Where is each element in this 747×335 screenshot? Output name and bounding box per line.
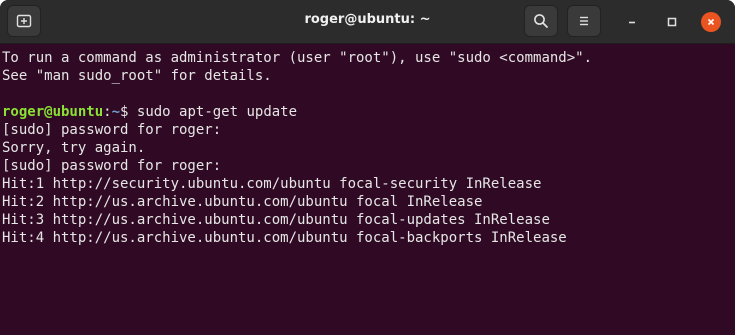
search-button[interactable]	[524, 5, 558, 37]
prompt-colon: :	[103, 104, 112, 120]
maximize-icon	[667, 17, 677, 27]
terminal-line: [sudo] password for roger:	[2, 158, 222, 174]
hamburger-menu-icon	[580, 16, 588, 26]
close-icon	[707, 18, 715, 26]
terminal-window: roger@ubuntu: ~ To run a command as admi…	[0, 0, 735, 335]
prompt-command: sudo apt-get update	[136, 104, 298, 120]
maximize-button[interactable]	[662, 12, 682, 32]
title-bar[interactable]: roger@ubuntu: ~	[0, 0, 735, 44]
menu-button[interactable]	[567, 5, 601, 37]
terminal-line: Hit:2 http://us.archive.ubuntu.com/ubunt…	[2, 194, 483, 210]
window-edge-background	[735, 0, 747, 335]
prompt-path: ~	[111, 104, 121, 120]
terminal-line: Hit:1 http://security.ubuntu.com/ubuntu …	[2, 176, 542, 192]
minimize-button[interactable]	[622, 12, 642, 32]
terminal-line: [sudo] password for roger:	[2, 122, 222, 138]
terminal-line: See "man sudo_root" for details.	[2, 68, 272, 84]
search-icon	[534, 14, 548, 28]
terminal-line: To run a command as administrator (user …	[2, 50, 593, 66]
terminal-line: Sorry, try again.	[2, 140, 146, 156]
minimize-icon	[629, 21, 635, 24]
terminal-output[interactable]: To run a command as administrator (user …	[0, 44, 735, 335]
terminal-line: Hit:4 http://us.archive.ubuntu.com/ubunt…	[2, 230, 567, 246]
prompt-symbol: $	[120, 104, 137, 120]
command-prompt-line: roger@ubuntu:~$ sudo apt-get update	[2, 103, 735, 121]
prompt-user-host: roger@ubuntu	[2, 104, 104, 120]
terminal-line: Hit:3 http://us.archive.ubuntu.com/ubunt…	[2, 212, 550, 228]
close-button[interactable]	[701, 12, 721, 32]
